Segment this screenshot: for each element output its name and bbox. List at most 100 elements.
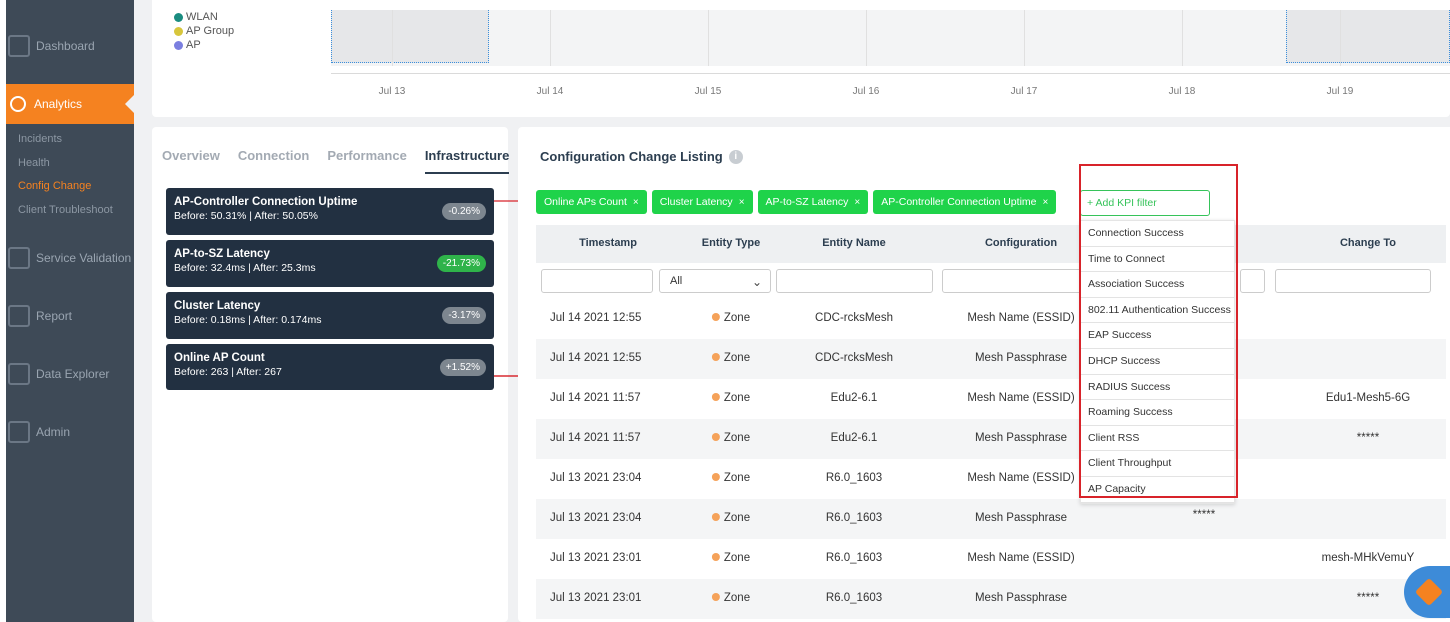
eye-icon (8, 421, 30, 443)
tab-overview[interactable]: Overview (162, 148, 220, 174)
sidebar: Dashboard Analytics Incidents Health Con… (0, 0, 135, 622)
cell-change-to: Edu1-Mesh5-6G (1325, 392, 1411, 404)
timeline-card: WLAN AP Group AP Jul 13 Jul 14 Jul 15 Ju… (152, 0, 1450, 117)
legend-dot (174, 26, 183, 36)
cell-entity-type-text: Zone (723, 512, 751, 524)
kpi-card-online-ap-count[interactable]: Online AP Count Before: 263 | After: 267… (166, 344, 494, 390)
close-icon[interactable]: × (739, 197, 745, 208)
kpi-detail: Before: 0.18ms | After: 0.174ms (174, 314, 322, 326)
legend-label: AP Group (186, 25, 235, 37)
legend-label: WLAN (186, 11, 218, 23)
nav-admin[interactable]: Admin (6, 412, 134, 452)
timeline-gridline (1182, 10, 1183, 66)
table-row[interactable]: Jul 13 2021 23:04 Zone R6.0_1603 Mesh Na… (536, 459, 1446, 499)
tab-connection[interactable]: Connection (238, 148, 310, 174)
help-cube-icon (1414, 577, 1444, 607)
chip-online-aps-count[interactable]: Online APs Count × (536, 190, 647, 214)
cell-configuration: Mesh Name (ESSID) (967, 552, 1075, 564)
chip-ap-controller-uptime[interactable]: AP-Controller Connection Uptime × (873, 190, 1057, 214)
legend-label: AP (186, 39, 201, 51)
nav-service-validation[interactable]: Service Validation (6, 238, 134, 278)
sub-incidents[interactable]: Incidents (18, 133, 62, 145)
kpi-tabs: Overview Connection Performance Infrastr… (162, 148, 510, 174)
help-button[interactable] (1404, 566, 1450, 618)
cell-entity-name: R6.0_1603 (825, 472, 883, 484)
kpi-title: Cluster Latency (174, 300, 261, 312)
chip-ap-to-sz-latency[interactable]: AP-to-SZ Latency × (757, 190, 869, 214)
table-row[interactable]: Jul 13 2021 23:01 Zone R6.0_1603 Mesh Pa… (536, 579, 1446, 619)
cell-change-from: ***** (1192, 509, 1216, 521)
cell-entity-type: Zone (711, 472, 750, 484)
table-row[interactable]: Jul 13 2021 23:04 Zone R6.0_1603 Mesh Pa… (536, 499, 1446, 539)
cell-entity-name: R6.0_1603 (825, 552, 883, 564)
column-header-change-to[interactable]: Change To (1340, 237, 1396, 249)
cell-entity-type-text: Zone (723, 392, 751, 404)
legend-item-wlan[interactable]: WLAN (174, 10, 234, 24)
info-icon[interactable]: i (728, 149, 743, 164)
zone-dot-icon (711, 353, 720, 361)
entity-type-filter-select[interactable]: All ⌄ (659, 269, 771, 293)
tab-performance[interactable]: Performance (327, 148, 406, 174)
tab-infrastructure[interactable]: Infrastructure (424, 148, 510, 174)
cell-timestamp: Jul 13 2021 23:01 (550, 592, 642, 604)
table-row[interactable]: Jul 13 2021 23:01 Zone R6.0_1603 Mesh Na… (536, 539, 1446, 579)
nav-report[interactable]: Report (6, 296, 134, 336)
zone-dot-icon (711, 593, 720, 601)
close-icon[interactable]: × (854, 197, 860, 208)
chip-cluster-latency[interactable]: Cluster Latency × (651, 190, 753, 214)
kpi-card-ap-to-sz-latency[interactable]: AP-to-SZ Latency Before: 32.4ms | After:… (166, 240, 494, 287)
report-icon (8, 305, 30, 327)
kpi-card-cluster-latency[interactable]: Cluster Latency Before: 0.18ms | After: … (166, 292, 494, 339)
nav-analytics[interactable]: Analytics (6, 84, 135, 124)
table-row[interactable]: Jul 14 2021 11:57 Zone Edu2-6.1 Mesh Nam… (536, 379, 1446, 419)
kpi-title: Online AP Count (174, 352, 265, 364)
timeline-selection-end[interactable] (1286, 10, 1450, 63)
column-header-configuration[interactable]: Configuration (985, 237, 1057, 249)
sub-config-change[interactable]: Config Change (18, 180, 91, 192)
column-header-entity-name[interactable]: Entity Name (822, 237, 886, 249)
table-row[interactable]: Jul 14 2021 12:55 Zone CDC-rcksMesh Mesh… (536, 339, 1446, 379)
change-from-filter-input[interactable] (1240, 269, 1265, 293)
cell-entity-type: Zone (711, 512, 751, 524)
table-row[interactable]: Jul 14 2021 11:57 Zone Edu2-6.1 Mesh Pas… (536, 419, 1446, 459)
cell-timestamp: Jul 14 2021 11:57 (550, 392, 641, 404)
cell-change-to: ***** (1356, 592, 1380, 604)
cell-timestamp: Jul 14 2021 12:55 (550, 352, 642, 364)
section-title-text: Configuration Change Listing (540, 149, 723, 164)
nav-dashboard-label: Dashboard (36, 39, 95, 53)
timestamp-filter-input[interactable] (541, 269, 653, 293)
timeline-band (331, 10, 1450, 66)
kpi-change-badge: +1.52% (439, 359, 486, 376)
close-icon[interactable]: × (633, 197, 639, 208)
cell-entity-type: Zone (711, 392, 751, 404)
nav-data-explorer[interactable]: Data Explorer (6, 354, 134, 394)
cell-entity-type-text: Zone (723, 592, 751, 604)
entity-name-filter-input[interactable] (776, 269, 933, 293)
zone-dot-icon (711, 393, 720, 401)
close-icon[interactable]: × (1042, 197, 1048, 208)
kpi-title: AP-Controller Connection Uptime (174, 196, 358, 208)
legend-item-ap-group[interactable]: AP Group (174, 24, 234, 38)
nav-dashboard[interactable]: Dashboard (6, 26, 134, 66)
column-header-timestamp[interactable]: Timestamp (579, 237, 637, 249)
cell-configuration: Mesh Name (ESSID) (967, 312, 1075, 324)
cell-entity-type-text: Zone (723, 432, 751, 444)
kpi-detail: Before: 50.31% | After: 50.05% (174, 210, 318, 222)
table-row[interactable]: Jul 14 2021 12:55 Zone CDC-rcksMesh Mesh… (536, 299, 1446, 339)
cell-entity-name: CDC-rcksMesh (815, 312, 893, 324)
change-to-filter-input[interactable] (1275, 269, 1431, 293)
cell-entity-type-text: Zone (723, 312, 751, 324)
nav-analytics-label: Analytics (34, 97, 83, 111)
sub-health[interactable]: Health (18, 157, 50, 169)
sub-client-troubleshoot[interactable]: Client Troubleshoot (18, 204, 113, 216)
legend-dot (174, 12, 183, 22)
timeline-selection-start[interactable] (331, 10, 489, 63)
column-header-entity-type[interactable]: Entity Type (702, 237, 760, 249)
kpi-card-ap-controller-uptime[interactable]: AP-Controller Connection Uptime Before: … (166, 188, 494, 235)
config-change-panel: Configuration Change Listing i Online AP… (518, 127, 1450, 622)
configuration-filter-input[interactable] (942, 269, 1082, 293)
cell-entity-type: Zone (711, 552, 750, 564)
legend-item-ap[interactable]: AP (174, 38, 234, 52)
nav-report-label: Report (36, 309, 73, 323)
nav-service-validation-label: Service Validation (36, 251, 132, 265)
